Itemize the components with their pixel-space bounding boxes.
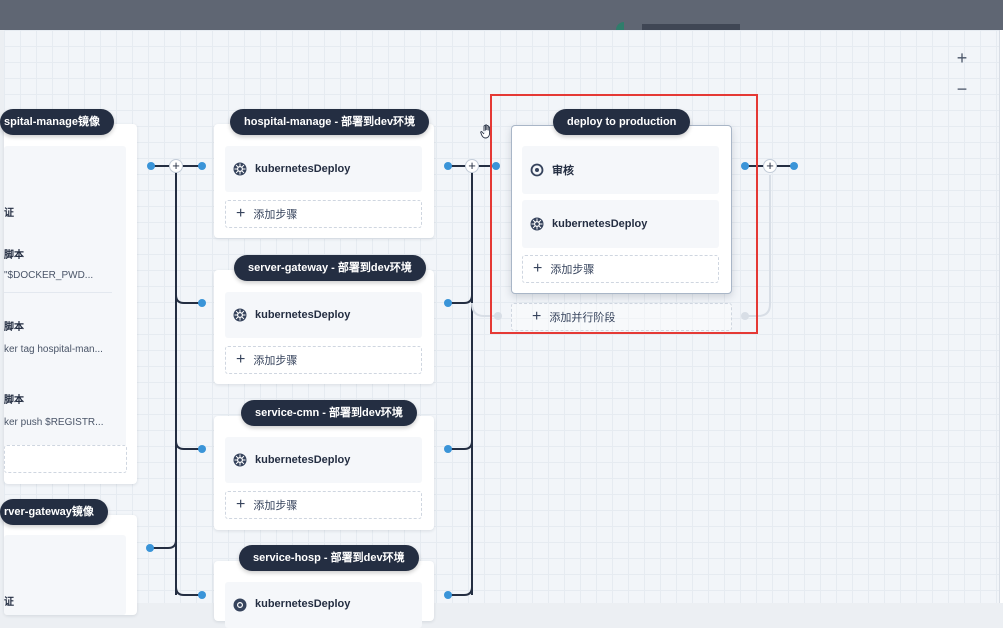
- plus-icon: +: [236, 205, 246, 222]
- step-label: kubernetesDeploy: [255, 309, 351, 321]
- add-step-label: 添加步骤: [253, 355, 298, 367]
- connector-dot[interactable]: [146, 544, 154, 552]
- stage-card-server-gateway-dev[interactable]: kubernetesDeploy + 添加步骤: [214, 270, 434, 384]
- add-stage-button[interactable]: +: [465, 159, 479, 173]
- connector-dot[interactable]: [444, 299, 452, 307]
- kubernetes-icon: [233, 162, 247, 176]
- kubernetes-icon: [233, 453, 247, 467]
- connector-dot[interactable]: [198, 299, 206, 307]
- step-kubernetes-deploy[interactable]: kubernetesDeploy: [225, 437, 422, 483]
- connector-dot[interactable]: [198, 591, 206, 599]
- step-label: kubernetesDeploy: [255, 163, 351, 175]
- connector-dot[interactable]: [444, 591, 452, 599]
- connector-dot[interactable]: [147, 162, 155, 170]
- step-command: ker tag hospital-man...: [4, 344, 103, 355]
- add-stage-button[interactable]: +: [763, 159, 777, 173]
- add-step-button[interactable]: + 添加步骤: [225, 346, 422, 374]
- stage-title-pill: hospital-manage - 部署到dev环境: [230, 109, 430, 135]
- step-label: 证: [4, 208, 14, 219]
- stage-title-pill: spital-manage镜像: [0, 109, 114, 135]
- stage-title-pill: server-gateway - 部署到dev环境: [234, 255, 426, 281]
- step-command: "$DOCKER_PWD...: [4, 270, 94, 281]
- stage-title-pill: rver-gateway镜像: [0, 499, 108, 525]
- add-stage-button[interactable]: +: [169, 159, 183, 173]
- add-step-button[interactable]: + 添加步骤: [225, 491, 422, 519]
- connector-dot[interactable]: [198, 162, 206, 170]
- step-kubernetes-deploy[interactable]: kubernetesDeploy: [225, 292, 422, 338]
- step-label: kubernetesDeploy: [255, 598, 351, 610]
- kubernetes-icon: [233, 308, 247, 322]
- connector-dot[interactable]: [790, 162, 798, 170]
- step-list: [4, 535, 126, 615]
- add-step-button[interactable]: + 添加步骤: [225, 200, 422, 228]
- step-kubernetes-deploy[interactable]: kubernetesDeploy: [225, 146, 422, 192]
- connector-dot[interactable]: [444, 162, 452, 170]
- plus-icon: +: [236, 496, 246, 513]
- add-step-label: 添加步骤: [253, 209, 298, 221]
- step-label: 脚本: [4, 322, 24, 333]
- stage-card-service-cmn-dev[interactable]: kubernetesDeploy + 添加步骤: [214, 416, 434, 530]
- step-label: 证: [4, 597, 14, 608]
- step-kubernetes-deploy[interactable]: kubernetesDeploy: [225, 582, 422, 628]
- highlight-box: [490, 94, 758, 334]
- divider: [4, 292, 112, 293]
- add-step-button[interactable]: [4, 445, 127, 473]
- step-label: kubernetesDeploy: [255, 454, 351, 466]
- step-label: 脚本: [4, 250, 24, 261]
- connector-dot[interactable]: [444, 445, 452, 453]
- stage-title-pill: service-cmn - 部署到dev环境: [241, 400, 417, 426]
- step-list: [4, 146, 126, 458]
- connector-dot[interactable]: [198, 445, 206, 453]
- kubernetes-icon: [233, 598, 247, 612]
- step-label: 脚本: [4, 395, 24, 406]
- add-step-label: 添加步骤: [253, 500, 298, 512]
- step-command: ker push $REGISTR...: [4, 417, 104, 428]
- stage-title-pill: service-hosp - 部署到dev环境: [239, 545, 419, 571]
- stage-card-build-hospital-manage[interactable]: 证 脚本 "$DOCKER_PWD... 脚本 ker tag hospital…: [4, 124, 137, 484]
- stage-card-hospital-manage-dev[interactable]: kubernetesDeploy + 添加步骤: [214, 124, 434, 238]
- plus-icon: +: [236, 351, 246, 368]
- stage-card-build-server-gateway[interactable]: 证: [4, 515, 137, 615]
